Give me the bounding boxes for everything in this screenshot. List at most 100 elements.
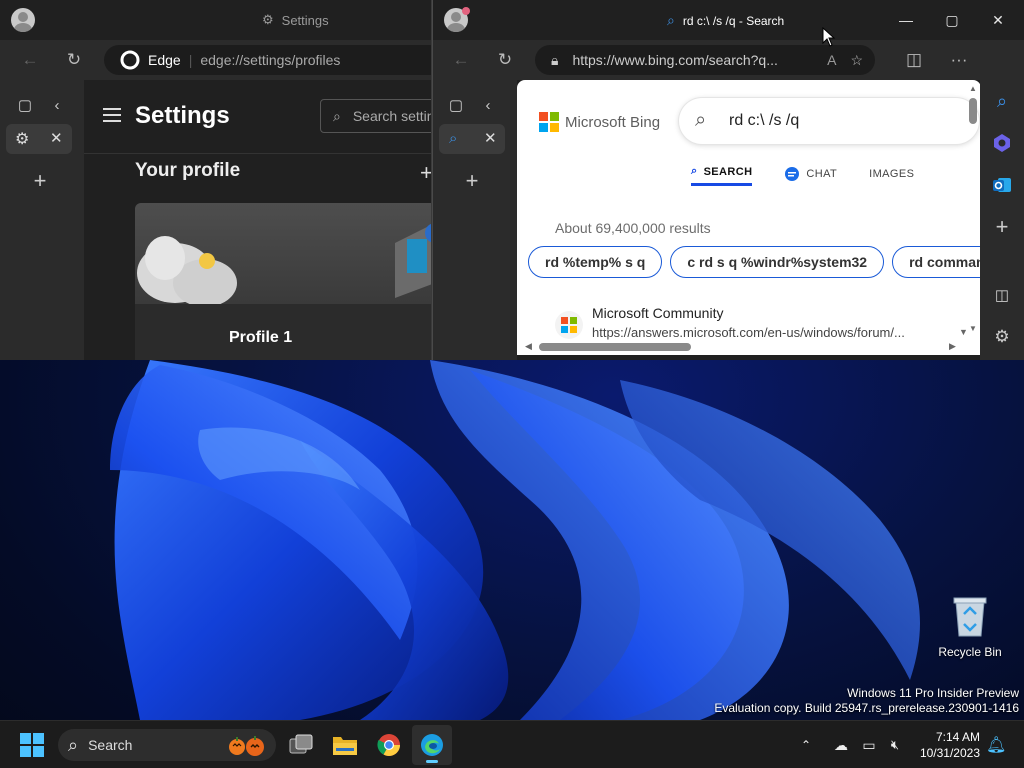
- tab-settings[interactable]: ⚙ ✕: [6, 124, 72, 154]
- related-chip[interactable]: rd %temp% s q: [528, 246, 663, 278]
- gear-icon: ⚙: [15, 131, 30, 148]
- logo-text: Microsoft Bing: [565, 113, 661, 131]
- taskbar-search[interactable]: ⌕ Search: [58, 729, 276, 761]
- close-button[interactable]: ✕: [975, 0, 1021, 40]
- related-chip[interactable]: c rd s q %windr%system32: [670, 246, 885, 278]
- scroll-down-icon[interactable]: ▼: [969, 324, 977, 333]
- related-searches: rd %temp% s q c rd s q %windr%system32 r…: [528, 246, 981, 278]
- bing-tabs: ⌕ SEARCH CHAT IMAGES: [691, 162, 914, 186]
- file-explorer-button[interactable]: [325, 725, 365, 765]
- horizontal-scroll-thumb[interactable]: [539, 343, 691, 351]
- close-tab-icon[interactable]: ✕: [484, 129, 497, 147]
- favorite-star-icon[interactable]: ☆: [850, 52, 875, 69]
- new-tab-button[interactable]: +: [459, 168, 485, 194]
- search-label: Search: [88, 737, 133, 753]
- collapse-pane-icon[interactable]: ‹: [475, 92, 501, 118]
- minimize-button[interactable]: —: [883, 0, 929, 40]
- query-text: rd c:\ /s /q: [729, 112, 800, 129]
- settings-page: Settings ⌕ Search settings Your profile …: [84, 80, 431, 360]
- address-bar[interactable]: 🔒︎ https://www.bing.com/search?q... A ☆: [535, 45, 875, 75]
- tab-search[interactable]: ⌕ SEARCH: [691, 162, 753, 186]
- banner-illustration: [137, 223, 431, 307]
- clock-date: 10/31/2023: [919, 746, 980, 760]
- vertical-scrollbar[interactable]: ▲ ▼: [969, 84, 977, 336]
- back-button[interactable]: ←: [447, 47, 475, 73]
- profile-name[interactable]: Profile 1: [229, 329, 292, 347]
- panel-icon: ◫: [994, 287, 1010, 304]
- tab-actions-icon[interactable]: ▢: [12, 92, 38, 118]
- watermark-line: Windows 11 Pro Insider Preview: [847, 686, 1019, 700]
- windows-watermark: Windows 11 Pro Insider Preview Evaluatio…: [714, 686, 1019, 716]
- tab-chat[interactable]: CHAT: [784, 162, 837, 186]
- minimize-icon: —: [899, 12, 913, 28]
- microsoft-logo-icon: [539, 112, 559, 132]
- chevron-down-icon[interactable]: ▼: [959, 327, 968, 337]
- more-options-button[interactable]: ···: [945, 47, 973, 73]
- result-title[interactable]: Microsoft Community: [592, 305, 723, 321]
- arrow-left-icon: ←: [452, 50, 470, 69]
- result-url[interactable]: https://answers.microsoft.com/en-us/wind…: [592, 325, 905, 340]
- bing-search-input[interactable]: ⌕ rd c:\ /s /q: [679, 98, 979, 144]
- tab-actions-icon[interactable]: ▢: [443, 92, 469, 118]
- tab-search[interactable]: ⌕ ✕: [439, 124, 505, 154]
- profile-avatar[interactable]: [11, 8, 35, 32]
- edge-sidebar: ⌕ + ◫ ⚙: [980, 40, 1024, 360]
- scroll-right-icon[interactable]: ▶: [949, 341, 956, 352]
- sidebar-search-button[interactable]: ⌕: [989, 88, 1015, 114]
- recycle-bin[interactable]: Recycle Bin: [936, 594, 1004, 659]
- sidebar-tools-button[interactable]: [989, 130, 1015, 156]
- edge-taskbar-button[interactable]: [412, 725, 452, 765]
- window-title: ⚙ Settings: [262, 12, 329, 28]
- chevron-up-icon[interactable]: ⌃: [796, 738, 816, 752]
- vertical-scroll-thumb[interactable]: [969, 98, 977, 124]
- system-clock[interactable]: 7:14 AM 10/31/2023: [904, 729, 980, 761]
- bing-logo[interactable]: Microsoft Bing: [539, 112, 660, 132]
- scroll-left-icon[interactable]: ◀: [525, 341, 532, 352]
- close-tab-icon[interactable]: ✕: [50, 129, 63, 147]
- chrome-button[interactable]: [369, 725, 409, 765]
- notification-bell-icon[interactable]: 🔔︎: [986, 735, 1006, 755]
- new-tab-button[interactable]: +: [27, 168, 53, 194]
- settings-search-input[interactable]: ⌕ Search settings: [320, 99, 431, 133]
- collapse-pane-icon[interactable]: ‹: [44, 92, 70, 118]
- bing-results-page: Microsoft Bing ⌕ rd c:\ /s /q ⌕ SEARCH C…: [517, 80, 981, 355]
- sidebar-add-button[interactable]: +: [989, 214, 1015, 240]
- results-count: About 69,400,000 results: [555, 220, 711, 236]
- watermark-line: Evaluation copy. Build 25947.rs_prerelea…: [714, 701, 1019, 715]
- search-placeholder: Search settings: [352, 108, 431, 124]
- network-icon[interactable]: ▭: [856, 737, 882, 754]
- onedrive-icon[interactable]: ☁: [826, 737, 856, 754]
- search-icon: ⌕: [996, 90, 1008, 111]
- refresh-icon: ↻: [497, 50, 513, 69]
- refresh-icon: ↻: [66, 50, 82, 69]
- sidebar-outlook-button[interactable]: [989, 172, 1015, 198]
- system-tray: ⌃ ☁ ▭ 🔇︎: [796, 721, 908, 768]
- scroll-up-icon[interactable]: ▲: [969, 84, 977, 93]
- start-button[interactable]: [12, 725, 52, 765]
- settings-window: ⚙ Settings ← ↻ Edge | edge://settings/pr…: [0, 0, 432, 360]
- back-button[interactable]: ←: [16, 47, 44, 73]
- sidebar-settings-button[interactable]: ⚙: [989, 324, 1015, 350]
- related-chip[interactable]: rd command: [892, 246, 981, 278]
- refresh-button[interactable]: ↻: [491, 47, 519, 73]
- windows-logo-icon: [20, 733, 44, 757]
- refresh-button[interactable]: ↻: [60, 47, 88, 73]
- close-icon: ✕: [992, 11, 1004, 28]
- settings-header: Settings ⌕ Search settings: [84, 80, 431, 154]
- horizontal-scrollbar[interactable]: ◀ ▶: [525, 341, 965, 352]
- maximize-button[interactable]: ▢: [929, 0, 975, 40]
- task-view-button[interactable]: [281, 725, 321, 765]
- profile-banner: [135, 203, 431, 307]
- sidebar-hide-button[interactable]: ◫: [989, 282, 1015, 308]
- profile-card: Profile 1: [135, 203, 431, 360]
- tab-images[interactable]: IMAGES: [869, 162, 914, 186]
- read-aloud-icon[interactable]: A: [827, 52, 836, 68]
- address-bar[interactable]: Edge | edge://settings/profiles: [104, 45, 431, 75]
- maximize-icon: ▢: [945, 11, 959, 28]
- add-profile-button[interactable]: +: [420, 160, 431, 186]
- menu-icon[interactable]: [103, 108, 121, 122]
- split-screen-button[interactable]: ◫: [900, 47, 928, 73]
- search-icon: ⌕: [449, 130, 458, 147]
- url-text: https://www.bing.com/search?q...: [572, 52, 778, 68]
- gear-icon: ⚙: [262, 12, 274, 27]
